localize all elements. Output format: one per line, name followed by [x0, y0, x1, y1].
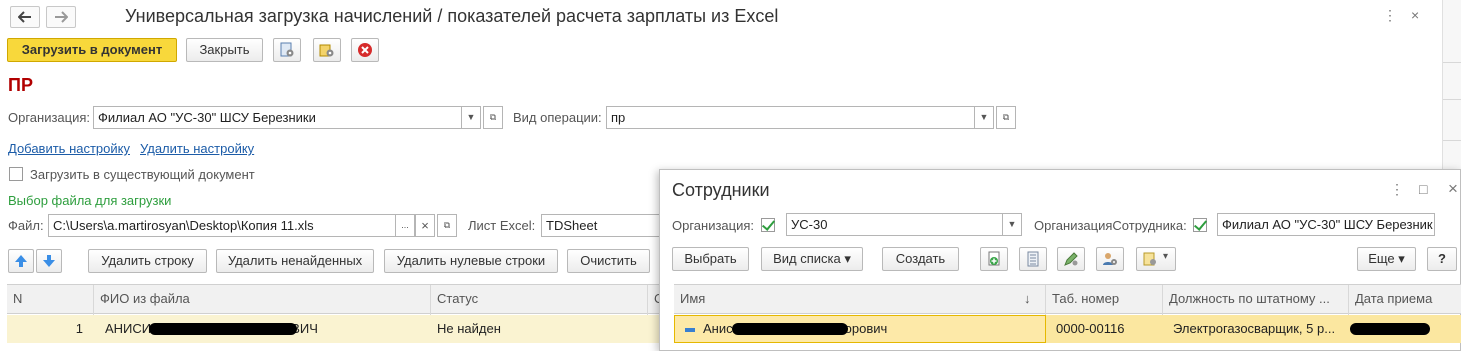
- gear-save-icon: [319, 44, 334, 57]
- row-fio-start: АНИСИ: [105, 321, 152, 336]
- copy-button[interactable]: [980, 247, 1008, 271]
- redaction-mark: [149, 323, 297, 335]
- settings-list-icon: [280, 42, 294, 57]
- dialog-table-row[interactable]: Анис орович 0000-00116 Электрогазосварщик…: [674, 315, 1461, 343]
- table-row[interactable]: 1 АНИСИ ОВИЧ Не найден: [7, 315, 662, 343]
- view-list-button[interactable]: Вид списка ▾: [761, 247, 863, 271]
- row-number: 1: [75, 321, 83, 336]
- table-header: N ФИО из файла Статус С: [7, 284, 662, 315]
- file-browse-button[interactable]: ...: [395, 214, 415, 237]
- back-button[interactable]: [10, 6, 40, 28]
- row-name-cell: Анис орович: [674, 315, 1046, 343]
- row-item-icon: [685, 327, 695, 332]
- delete-not-found-button[interactable]: Удалить ненайденных: [216, 249, 374, 273]
- arrow-down-icon: [43, 255, 55, 267]
- arrow-right-icon: [55, 11, 69, 23]
- dialog-close-icon[interactable]: ×: [1448, 179, 1458, 199]
- file-clear-button[interactable]: ×: [415, 214, 435, 237]
- redaction-mark: [1350, 323, 1430, 335]
- more-button[interactable]: Еще ▾: [1357, 247, 1416, 271]
- file-label: Файл:: [8, 218, 44, 233]
- load-existing-checkbox[interactable]: [9, 167, 23, 181]
- dialog-org-checkbox[interactable]: [761, 218, 775, 232]
- report-icon: [1143, 252, 1156, 266]
- org-field[interactable]: Филиал АО "УС-30" ШСУ Березники: [93, 106, 462, 129]
- dialog-org-emp-checkbox[interactable]: [1193, 218, 1207, 232]
- sheet-label: Лист Excel:: [468, 218, 536, 233]
- column-tab-number[interactable]: Таб. номер: [1046, 285, 1163, 315]
- window-title: Универсальная загрузка начислений / пока…: [125, 6, 779, 26]
- gear-save-button[interactable]: [313, 38, 341, 62]
- add-setting-link[interactable]: Добавить настройку: [8, 141, 130, 156]
- help-button[interactable]: ?: [1427, 247, 1457, 271]
- dialog-org-dropdown[interactable]: ▼: [1002, 213, 1022, 236]
- forward-button[interactable]: [46, 6, 76, 28]
- arrow-up-icon: [15, 255, 27, 267]
- create-button[interactable]: Создать: [882, 247, 959, 271]
- settings-list-button[interactable]: [273, 38, 301, 62]
- org-open-button[interactable]: ⧉: [483, 106, 503, 129]
- sheet-field[interactable]: TDSheet: [541, 214, 661, 237]
- copy-add-icon: [988, 251, 1000, 266]
- delete-row-button[interactable]: Удалить строку: [88, 249, 207, 273]
- page-heading: ПР: [8, 75, 33, 95]
- move-down-button[interactable]: [36, 249, 62, 273]
- list-icon: [1027, 251, 1039, 267]
- row-name-start: Анис: [703, 321, 733, 336]
- list-button[interactable]: [1019, 247, 1047, 271]
- file-section-title: Выбор файла для загрузки: [8, 193, 172, 208]
- dialog-org-label: Организация:: [672, 218, 755, 233]
- sort-down-icon: ↓: [1024, 291, 1031, 306]
- edit-button[interactable]: [1057, 247, 1085, 271]
- redaction-mark: [732, 323, 848, 335]
- user-gear-icon: [1103, 253, 1117, 265]
- dialog-org-emp-field[interactable]: Филиал АО "УС-30" ШСУ Березник: [1217, 213, 1435, 236]
- row-tab-number: 0000-00116: [1056, 321, 1125, 336]
- row-status: Не найден: [437, 321, 501, 336]
- operation-label: Вид операции:: [513, 110, 602, 125]
- row-position: Электрогазосварщик, 5 р...: [1173, 321, 1336, 336]
- file-open-button[interactable]: ⧉: [437, 214, 457, 237]
- view-list-label: Вид списка: [773, 251, 841, 266]
- delete-setting-link[interactable]: Удалить настройку: [140, 141, 254, 156]
- org-dropdown-button[interactable]: ▼: [461, 106, 481, 129]
- column-n[interactable]: N: [7, 285, 94, 315]
- move-up-button[interactable]: [8, 249, 34, 273]
- dialog-table-header: Имя ↓ Таб. номер Должность по штатному ..…: [674, 284, 1461, 315]
- select-button[interactable]: Выбрать: [672, 247, 749, 271]
- load-existing-label: Загрузить в существующий документ: [30, 167, 255, 182]
- operation-dropdown-button[interactable]: ▼: [974, 106, 994, 129]
- close-icon[interactable]: ×: [1411, 7, 1419, 23]
- dialog-title: Сотрудники: [672, 180, 770, 200]
- dialog-maximize-icon[interactable]: □: [1419, 181, 1427, 197]
- close-button[interactable]: Закрыть: [186, 38, 263, 62]
- column-name-label: Имя: [680, 291, 706, 306]
- column-position[interactable]: Должность по штатному ...: [1163, 285, 1349, 315]
- column-hire-date[interactable]: Дата приема: [1349, 285, 1461, 315]
- operation-field[interactable]: пр: [606, 106, 975, 129]
- column-status[interactable]: Статус: [431, 285, 648, 315]
- pencil-icon: [1064, 252, 1078, 266]
- arrow-left-icon: [17, 11, 31, 23]
- employees-dialog: Сотрудники ⋮ □ × Организация: УС-30 ▼ Ор…: [659, 169, 1461, 351]
- column-fio[interactable]: ФИО из файла: [94, 285, 431, 315]
- clear-button[interactable]: Очистить: [567, 249, 650, 273]
- org-label: Организация:: [8, 110, 91, 125]
- more-label: Еще: [1368, 251, 1395, 266]
- operation-open-button[interactable]: ⧉: [996, 106, 1016, 129]
- row-name-end: орович: [844, 321, 888, 336]
- stop-x-icon: [358, 43, 372, 57]
- stop-button[interactable]: [351, 38, 379, 62]
- report-menu-button[interactable]: ▾: [1136, 247, 1176, 271]
- delete-zero-rows-button[interactable]: Удалить нулевые строки: [384, 249, 558, 273]
- user-settings-button[interactable]: [1096, 247, 1124, 271]
- file-path-field[interactable]: C:\Users\a.martirosyan\Desktop\Копия 11.…: [48, 214, 396, 237]
- dialog-org-field[interactable]: УС-30: [786, 213, 1003, 236]
- column-name[interactable]: Имя ↓: [674, 285, 1046, 315]
- dialog-more-icon[interactable]: ⋮: [1390, 181, 1404, 198]
- load-to-document-button[interactable]: Загрузить в документ: [7, 38, 177, 62]
- more-icon[interactable]: ⋮: [1383, 7, 1397, 24]
- dialog-org-emp-label: ОрганизацияСотрудника:: [1034, 218, 1187, 233]
